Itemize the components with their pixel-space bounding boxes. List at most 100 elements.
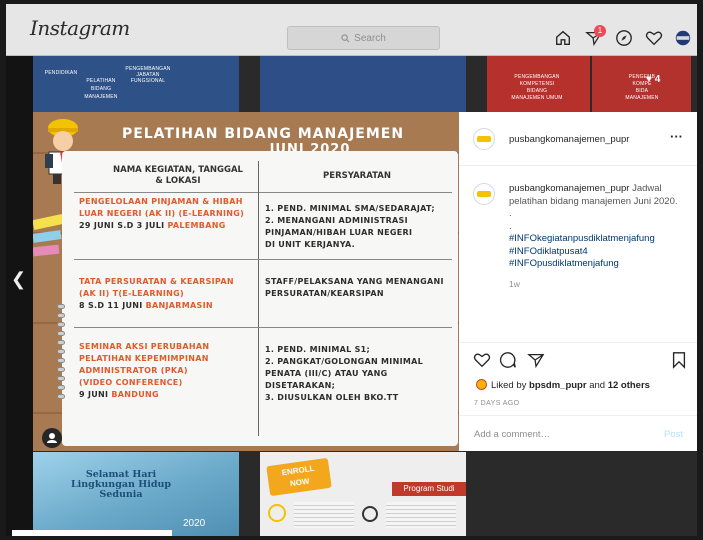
heart-icon: ♥: [646, 74, 652, 85]
row1-name-line1: PENGELOLAAN PINJAMAN & HIBAH: [79, 197, 243, 206]
profile-avatar[interactable]: [671, 25, 695, 51]
author-username[interactable]: pusbangkomanajemen_pupr: [509, 134, 629, 145]
caption-username[interactable]: pusbangkomanajemen_pupr: [509, 183, 629, 194]
tile3-text-d: MANAJEMEN UMUM: [511, 95, 563, 101]
grid-post-2[interactable]: [260, 56, 466, 112]
like-heart-icon[interactable]: [473, 351, 491, 374]
direct-messages-icon[interactable]: 1: [582, 25, 606, 51]
row3-name-line1: SEMINAR AKSI PERUBAHAN: [79, 342, 210, 351]
search-placeholder: Search: [354, 32, 386, 44]
row3-req-line4: DISETARAKAN;: [265, 381, 336, 390]
row2-date-location: 8 S.D 11 JUNI BANJARMASIN: [79, 300, 213, 312]
tile4-like-count: 4: [654, 74, 661, 85]
notification-badge: 1: [594, 25, 606, 37]
spiral-ring: [57, 322, 65, 327]
explore-icon[interactable]: [612, 25, 636, 51]
post-actions: Liked by bpsdm_pupr and 12 others 7 DAYS…: [459, 342, 697, 451]
caption-timestamp[interactable]: 1w: [509, 278, 689, 291]
row2-city: BANJARMASIN: [145, 301, 213, 310]
spiral-ring: [57, 313, 65, 318]
row3-name-line2: PELATIHAN KEPEMIMPINAN: [79, 354, 209, 363]
comment-icon[interactable]: [499, 351, 517, 374]
tile1-text-a: PENDIDIKAN: [44, 70, 78, 76]
tile4-text-a: PENGEMB: [628, 74, 656, 80]
tile6-logo-b: [362, 506, 378, 522]
liked-by-user-link[interactable]: bpsdm_pupr: [529, 380, 587, 391]
spiral-ring: [57, 340, 65, 345]
hashtag-link[interactable]: #INFOpusdiklatmenjafung: [509, 258, 689, 271]
tile4-text-c: BIDA: [635, 88, 649, 94]
row3-req-line1: 1. PEND. MINIMAL S1;: [265, 345, 371, 354]
tile5-year: 2020: [183, 518, 206, 529]
previous-post-chevron-icon[interactable]: ❮: [11, 269, 26, 290]
column-header-activity-line1: NAMA KEGIATAN, TANGGAL: [113, 165, 243, 175]
spiral-ring: [57, 349, 65, 354]
row1-req-line3: PINJAMAN/HIBAH LUAR NEGERI: [265, 228, 413, 237]
row1-req-line2: 2. MENANGANI ADMINISTRASI: [265, 216, 408, 225]
tile1-text-e: BIDANG: [90, 86, 112, 92]
search-input[interactable]: Search: [287, 26, 440, 50]
column-divider: [258, 161, 259, 436]
caption-dot-2: .: [509, 220, 512, 232]
tile3-text-c: BIDANG: [526, 88, 548, 94]
share-icon[interactable]: [527, 351, 545, 374]
row3-name-line3: ADMINISTRATOR (PKA): [79, 366, 188, 375]
row3-req-line2: 2. PANGKAT/GOLONGAN MINIMAL: [265, 357, 423, 366]
enroll-now-sticker: ENROLL NOW: [266, 457, 332, 497]
instagram-window: Instagram Search 1 PENDIDIKAN PELATIHAN …: [6, 4, 697, 536]
liked-by-others-link[interactable]: 12 others: [608, 380, 650, 391]
post-comment-button[interactable]: Post: [664, 429, 683, 440]
row2-req-line1: STAFF/PELAKSANA YANG MENANGANI: [265, 277, 444, 286]
save-bookmark-icon[interactable]: [671, 351, 687, 374]
row3-name-line4: (VIDEO CONFERENCE): [79, 378, 183, 387]
row1-req-line4: DI UNIT KERJANYA.: [265, 240, 356, 249]
spiral-ring: [57, 331, 65, 336]
tile4-text-d: MANAJEMEN: [625, 95, 659, 101]
tile6-text-block-b: [386, 502, 456, 528]
post-caption: pusbangkomanajemen_pupr Jadwal pelatihan…: [509, 183, 689, 290]
liked-by-prefix: Liked by: [491, 380, 530, 391]
program-studi-label: Program Studi: [392, 482, 466, 496]
liker-avatar[interactable]: [476, 379, 487, 390]
row3-requirements: 1. PEND. MINIMAL S1; 2. PANGKAT/GOLONGAN…: [265, 344, 423, 404]
row3-req-line3: PENATA (III/C) ATAU YANG: [265, 369, 388, 378]
activity-heart-icon[interactable]: [642, 25, 666, 51]
grid-post-1[interactable]: PENDIDIKAN PELATIHAN PENGEMBANGAN JABATA…: [33, 56, 239, 112]
more-options-icon[interactable]: ···: [670, 129, 683, 144]
tile6-logo-a: [268, 504, 286, 522]
row2-req-line2: PERSURATAN/KEARSIPAN: [265, 289, 384, 298]
grid-post-6[interactable]: ENROLL NOW Program Studi: [260, 452, 466, 536]
row1-date: 29 JUNI S.D 3 JULI: [79, 221, 168, 230]
row2-activity-name: TATA PERSURATAN & KEARSIPAN (AK II) T(E-…: [79, 276, 234, 300]
spiral-ring: [57, 385, 65, 390]
tile6-text-block-a: [294, 502, 354, 528]
hashtag-link[interactable]: #INFOkegiatanpusdiklatmenjafung: [509, 233, 689, 246]
tile5-line3: Sedunia: [99, 489, 143, 500]
tile1-text-f: FUNGSIONAL: [130, 78, 166, 84]
column-header-activity: NAMA KEGIATAN, TANGGAL & LOKASI: [98, 165, 258, 187]
grid-post-5[interactable]: Selamat Hari Lingkungan Hidup Sedunia 20…: [33, 452, 239, 536]
search-icon: [341, 33, 350, 42]
grid-post-3[interactable]: PENGEMBANGAN KOMPETENSI BIDANG MANAJEMEN…: [487, 56, 590, 112]
hashtag-link[interactable]: #INFOdiklatpusat4: [509, 246, 689, 259]
tagged-users-icon[interactable]: [42, 428, 62, 448]
row1-divider: [74, 259, 452, 260]
grid-post-4[interactable]: PENGEMB KOMPE BIDA MANAJEMEN ♥ 4: [592, 56, 691, 112]
comment-input[interactable]: Add a comment…: [474, 429, 550, 440]
row1-activity-name: PENGELOLAAN PINJAMAN & HIBAH LUAR NEGERI…: [79, 196, 244, 220]
tile4-like-overlay: ♥ 4: [646, 74, 660, 85]
author-avatar[interactable]: [473, 128, 495, 150]
spiral-ring: [57, 304, 65, 309]
post-timestamp[interactable]: 7 DAYS AGO: [474, 400, 520, 407]
instagram-logo[interactable]: Instagram: [30, 16, 130, 40]
modal-overlay-left[interactable]: [6, 56, 33, 536]
row1-req-line1: 1. PEND. MINIMAL SMA/SEDARAJAT;: [265, 204, 435, 213]
crayon-pink: [33, 244, 60, 257]
spiral-ring: [57, 358, 65, 363]
column-header-requirements: PERSYARATAN: [323, 171, 391, 181]
caption-author-avatar[interactable]: [473, 183, 495, 205]
row1-city: PALEMBANG: [167, 221, 226, 230]
tile5-caption: Selamat Hari Lingkungan Hidup Sedunia: [51, 470, 191, 500]
tile3-text-b: KOMPETENSI: [519, 81, 555, 87]
home-icon[interactable]: [551, 25, 575, 51]
